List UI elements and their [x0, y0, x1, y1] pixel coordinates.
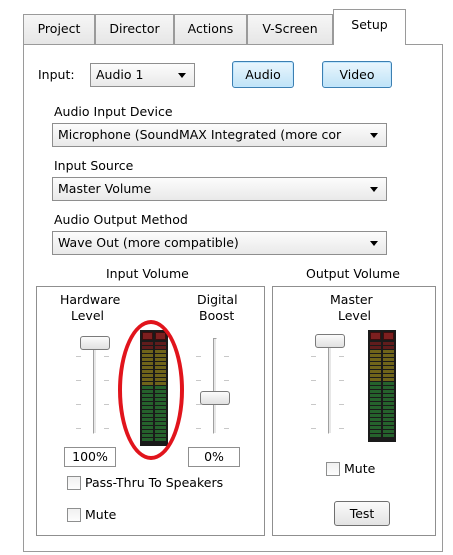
hardware-level-label-line2: Level	[71, 308, 104, 323]
meter-segment	[383, 390, 394, 393]
meter-segment	[383, 426, 394, 429]
meter-segment	[383, 422, 394, 425]
audio-output-method-select[interactable]: Wave Out (more compatible)	[52, 231, 387, 255]
pass-thru-label: Pass-Thru To Speakers	[85, 475, 224, 490]
input-source-label: Input Source	[54, 158, 134, 173]
output-mute-label: Mute	[344, 461, 376, 476]
tab-setup[interactable]: Setup	[333, 9, 406, 45]
input-volume-title: Input Volume	[106, 266, 189, 281]
input-source-select[interactable]: Master Volume	[52, 177, 387, 201]
hardware-level-label-line1: Hardware	[60, 292, 121, 307]
meter-segment	[370, 362, 381, 365]
input-mute-label: Mute	[85, 507, 117, 522]
meter-segment	[383, 430, 394, 433]
meter-segment	[370, 426, 381, 429]
digital-boost-slider-thumb[interactable]	[200, 391, 230, 405]
meter-segment	[383, 366, 394, 369]
master-level-slider-thumb[interactable]	[315, 334, 345, 348]
digital-boost-value: 0%	[188, 447, 240, 467]
tab-actions[interactable]: Actions	[174, 14, 247, 44]
meter-segment	[370, 410, 381, 413]
chevron-down-icon	[370, 187, 378, 192]
master-level-label-line2: Level	[338, 308, 371, 323]
input-select[interactable]: Audio 1	[90, 63, 195, 87]
meter-segment	[383, 394, 394, 397]
audio-input-device-value: Microphone (SoundMAX Integrated (more co…	[58, 127, 342, 142]
meter-segment	[370, 402, 381, 405]
meter-segment	[383, 414, 394, 417]
meter-segment	[370, 434, 381, 437]
digital-boost-slider-track[interactable]	[213, 338, 217, 434]
meter-segment	[370, 382, 381, 385]
meter-segment	[383, 358, 394, 361]
hardware-level-slider-thumb[interactable]	[80, 336, 110, 350]
pass-thru-checkbox[interactable]	[67, 476, 81, 490]
meter-segment	[383, 370, 394, 373]
audio-output-method-label: Audio Output Method	[54, 212, 188, 227]
hardware-level-value: 100%	[64, 447, 116, 467]
digital-boost-label-line2: Boost	[199, 308, 235, 323]
meter-segment	[370, 366, 381, 369]
output-level-meter	[368, 330, 396, 442]
video-button[interactable]: Video	[322, 61, 392, 88]
meter-segment	[370, 422, 381, 425]
meter-segment	[370, 398, 381, 401]
input-mute-checkbox[interactable]	[67, 508, 81, 522]
master-level-label-line1: Master	[330, 292, 373, 307]
chevron-down-icon	[370, 241, 378, 246]
meter-segment	[383, 346, 394, 349]
meter-segment	[383, 342, 394, 345]
meter-segment	[370, 354, 381, 357]
audio-output-method-value: Wave Out (more compatible)	[58, 235, 239, 250]
meter-segment	[383, 434, 394, 437]
output-mute-checkbox[interactable]	[326, 462, 340, 476]
meter-segment	[383, 386, 394, 389]
meter-segment	[370, 394, 381, 397]
meter-segment	[383, 410, 394, 413]
meter-segment	[383, 406, 394, 409]
audio-button[interactable]: Audio	[232, 61, 294, 88]
meter-segment	[370, 418, 381, 421]
meter-segment	[370, 390, 381, 393]
meter-segment	[370, 430, 381, 433]
hardware-level-slider-track[interactable]	[93, 338, 97, 434]
chevron-down-icon	[370, 133, 378, 138]
meter-segment	[370, 370, 381, 373]
meter-segment	[370, 350, 381, 353]
master-level-slider-track[interactable]	[328, 338, 332, 434]
annotation-ellipse	[118, 320, 184, 460]
meter-segment	[383, 378, 394, 381]
meter-segment	[370, 414, 381, 417]
meter-segment	[370, 374, 381, 377]
input-label: Input:	[38, 67, 75, 82]
meter-segment	[383, 418, 394, 421]
meter-segment	[370, 378, 381, 381]
meter-segment	[383, 398, 394, 401]
meter-segment	[383, 402, 394, 405]
meter-segment	[383, 374, 394, 377]
meter-segment	[383, 382, 394, 385]
meter-segment	[370, 386, 381, 389]
tab-director[interactable]: Director	[95, 14, 174, 44]
output-peak-left	[370, 332, 381, 340]
digital-boost-label-line1: Digital	[197, 292, 238, 307]
meter-segment	[370, 358, 381, 361]
output-volume-title: Output Volume	[306, 266, 400, 281]
tab-v-screen[interactable]: V-Screen	[247, 14, 333, 44]
meter-segment	[383, 350, 394, 353]
meter-segment	[370, 406, 381, 409]
tab-project[interactable]: Project	[23, 14, 95, 44]
audio-input-device-select[interactable]: Microphone (SoundMAX Integrated (more co…	[52, 123, 387, 147]
meter-segment	[370, 346, 381, 349]
output-volume-group	[272, 286, 436, 536]
chevron-down-icon	[178, 73, 186, 78]
meter-segment	[370, 342, 381, 345]
test-button[interactable]: Test	[334, 501, 390, 526]
meter-segment	[383, 362, 394, 365]
meter-segment	[383, 354, 394, 357]
audio-input-device-label: Audio Input Device	[54, 104, 173, 119]
input-source-value: Master Volume	[58, 181, 152, 196]
output-peak-right	[383, 332, 394, 340]
